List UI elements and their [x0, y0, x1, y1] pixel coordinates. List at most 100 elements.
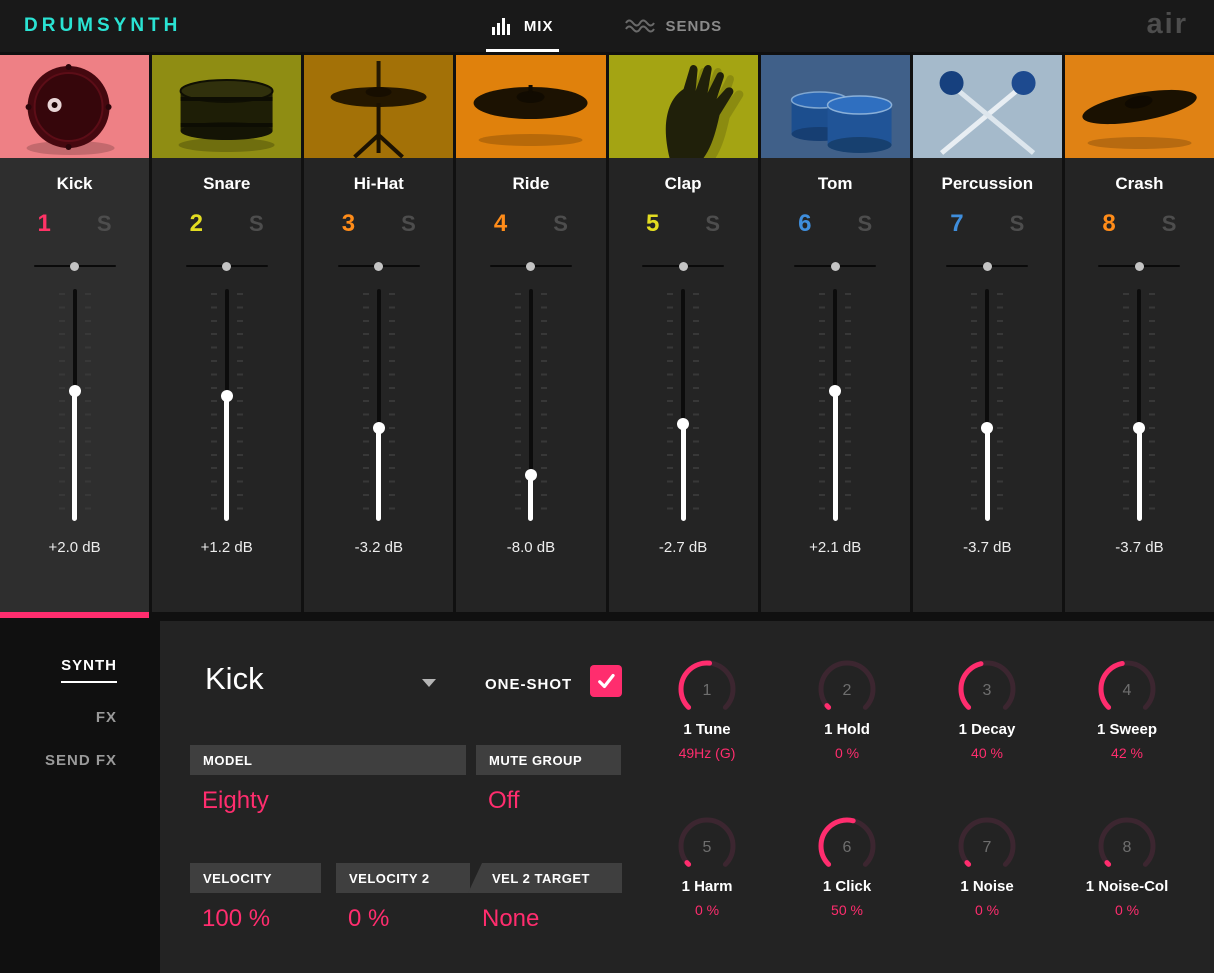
tab-mix[interactable]: MIX — [485, 0, 560, 52]
knob-label: 1 Noise-Col — [1085, 878, 1169, 895]
velocity2-value[interactable]: 0 % — [348, 905, 389, 933]
knob-noise-col[interactable]: 8 1 Noise-Col 0 % — [1057, 812, 1197, 969]
knob-decay[interactable]: 3 1 Decay 40 % — [917, 655, 1057, 812]
knob-dial[interactable]: 1 — [673, 655, 741, 723]
solo-button[interactable]: S — [1010, 211, 1025, 237]
solo-button[interactable]: S — [401, 211, 416, 237]
model-value[interactable]: Eighty — [202, 787, 269, 815]
pan-slider[interactable] — [337, 262, 420, 271]
solo-button[interactable]: S — [97, 211, 112, 237]
knob-harm[interactable]: 5 1 Harm 0 % — [637, 812, 777, 969]
mute-group-field-label: MUTE GROUP — [476, 745, 621, 775]
knob-hold[interactable]: 2 1 Hold 0 % — [777, 655, 917, 812]
volume-fader[interactable] — [1122, 285, 1156, 525]
volume-fader[interactable] — [58, 285, 92, 525]
pan-slider[interactable] — [642, 262, 725, 271]
solo-button[interactable]: S — [705, 211, 720, 237]
pan-slider[interactable] — [185, 262, 268, 271]
volume-fader[interactable] — [970, 285, 1004, 525]
knob-dial[interactable]: 3 — [953, 655, 1021, 723]
knob-dial[interactable]: 4 — [1093, 655, 1161, 723]
pan-handle[interactable] — [1134, 262, 1144, 271]
fader-thumb[interactable] — [220, 389, 233, 402]
kick-drum-graphic — [25, 64, 115, 155]
sidebar-item-synth[interactable]: SYNTH — [61, 657, 117, 683]
channel-strip-tom[interactable]: Tom 6 S +2.1 dB — [760, 55, 910, 618]
sidebar-item-send-fx[interactable]: SEND FX — [45, 752, 117, 769]
channel-name: Crash — [1115, 174, 1164, 193]
mix-meter-icon — [491, 17, 510, 35]
tom-drums-graphic — [790, 91, 892, 153]
fader-thumb[interactable] — [1133, 422, 1146, 435]
solo-button[interactable]: S — [553, 211, 568, 237]
channel-strip-percussion[interactable]: Percussion 7 S -3.7 dB — [912, 55, 1062, 618]
volume-fader[interactable] — [210, 285, 244, 525]
knob-sweep[interactable]: 4 1 Sweep 42 % — [1057, 655, 1197, 812]
knob-noise[interactable]: 7 1 Noise 0 % — [917, 812, 1057, 969]
pan-slider[interactable] — [33, 262, 116, 271]
mute-group-value[interactable]: Off — [488, 787, 520, 815]
vel2-target-value[interactable]: None — [482, 905, 539, 933]
ride-image — [456, 55, 606, 158]
fader-thumb[interactable] — [372, 422, 385, 435]
volume-fader[interactable] — [362, 285, 396, 525]
solo-button[interactable]: S — [858, 211, 873, 237]
velocity-value[interactable]: 100 % — [202, 905, 270, 933]
preset-selector[interactable]: Kick — [205, 661, 264, 697]
pan-handle[interactable] — [222, 262, 232, 271]
pan-slider[interactable] — [489, 262, 572, 271]
selected-indicator — [609, 612, 758, 618]
pan-handle[interactable] — [526, 262, 536, 271]
knob-number: 3 — [983, 682, 992, 699]
knob-number: 6 — [843, 839, 852, 856]
channel-strip-snare[interactable]: Snare 2 S +1.2 dB — [152, 55, 302, 618]
knob-number: 8 — [1123, 839, 1132, 856]
knob-click[interactable]: 6 1 Click 50 % — [777, 812, 917, 969]
fader-thumb[interactable] — [829, 385, 842, 398]
channel-name: Hi-Hat — [353, 174, 404, 193]
knob-dial[interactable]: 8 — [1093, 812, 1161, 880]
tab-sends[interactable]: SENDS — [619, 0, 728, 52]
channel-name: Clap — [664, 174, 702, 193]
volume-fader[interactable] — [514, 285, 548, 525]
volume-readout: -8.0 dB — [506, 539, 556, 556]
chevron-down-icon[interactable] — [422, 679, 436, 687]
pan-handle[interactable] — [374, 262, 384, 271]
sidebar-item-fx[interactable]: FX — [96, 709, 117, 726]
velocity-field-label: VELOCITY — [190, 863, 321, 893]
knob-label: 1 Click — [822, 878, 872, 895]
pan-handle[interactable] — [830, 262, 840, 271]
knob-dial[interactable]: 5 — [673, 812, 741, 880]
knob-dial[interactable]: 6 — [813, 812, 881, 880]
solo-button[interactable]: S — [1162, 211, 1177, 237]
pan-handle[interactable] — [678, 262, 688, 271]
fader-thumb[interactable] — [68, 385, 81, 398]
knob-dial[interactable]: 2 — [813, 655, 881, 723]
channel-strip-kick[interactable]: Kick 1 S +2.0 dB — [0, 55, 150, 618]
one-shot-checkbox[interactable] — [590, 665, 622, 697]
fader-thumb[interactable] — [677, 417, 690, 430]
volume-fader[interactable] — [666, 285, 700, 525]
channel-strip-clap[interactable]: Clap 5 S -2.7 dB — [608, 55, 758, 618]
volume-fader[interactable] — [818, 285, 852, 525]
knob-dial[interactable]: 7 — [953, 812, 1021, 880]
pan-slider[interactable] — [946, 262, 1029, 271]
knob-label: 1 Sweep — [1096, 721, 1158, 738]
pan-handle[interactable] — [982, 262, 992, 271]
pan-slider[interactable] — [794, 262, 877, 271]
editor-sidebar: SYNTH FX SEND FX — [0, 621, 157, 973]
fader-thumb[interactable] — [981, 422, 994, 435]
fader-thumb[interactable] — [524, 468, 537, 481]
channel-strip-ride[interactable]: Ride 4 S -8.0 dB — [456, 55, 606, 618]
channel-strip-hihat[interactable]: Hi-Hat 3 S -3.2 dB — [304, 55, 454, 618]
solo-button[interactable]: S — [249, 211, 264, 237]
clap-hand-graphic — [665, 64, 743, 158]
pan-slider[interactable] — [1098, 262, 1181, 271]
percussion-image — [912, 55, 1062, 158]
pan-handle[interactable] — [70, 262, 80, 271]
pad-number: 4 — [493, 210, 508, 237]
channel-name: Kick — [56, 174, 93, 193]
channel-strip-crash[interactable]: Crash 8 S -3.7 dB — [1064, 55, 1214, 618]
volume-readout: -3.7 dB — [1115, 539, 1164, 556]
knob-tune[interactable]: 1 1 Tune 49Hz (G) — [637, 655, 777, 812]
